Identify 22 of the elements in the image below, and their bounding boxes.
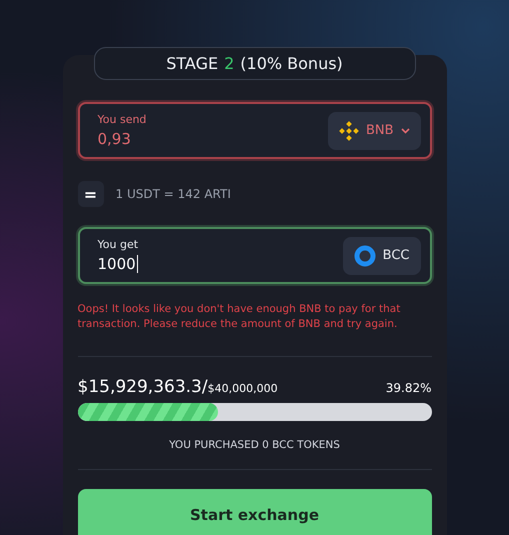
diamond-icon	[338, 120, 359, 140]
ring-icon	[354, 244, 376, 266]
token-select[interactable]: BNB	[328, 112, 420, 150]
stage-label: STAGE	[166, 54, 218, 73]
bonus-text: (10% Bonus)	[240, 54, 343, 73]
field-label: You get	[98, 238, 138, 251]
equals-icon: =	[78, 181, 104, 207]
amount-field[interactable]: You get 1000 BCC	[78, 227, 432, 284]
exchange-rate: 1 USDT = 142 ARTI	[116, 187, 231, 201]
purchased-text: YOU PURCHASED 0 BCC TOKENS	[168, 439, 341, 451]
field-value: 0,93	[98, 130, 131, 148]
token-select[interactable]: BCC	[342, 236, 420, 274]
stage-number: 2	[224, 54, 234, 73]
error-message: Oops! It looks like you don't have enough BNB to pay for that transaction. Please reduce the amount of BNB and try again.	[78, 302, 402, 332]
progress-percent: 39.82%	[386, 381, 432, 395]
start-exchange-button[interactable]: Start exchange	[78, 489, 432, 535]
raised-amount: $15,929,363.3/	[78, 377, 208, 397]
goal-amount: $40,000,000	[208, 382, 278, 395]
amount-field[interactable]: You send 0,93 BNB	[78, 102, 432, 159]
chevron-icon	[400, 128, 410, 134]
field-value: 1000	[98, 255, 138, 273]
field-label: You send	[98, 113, 146, 126]
